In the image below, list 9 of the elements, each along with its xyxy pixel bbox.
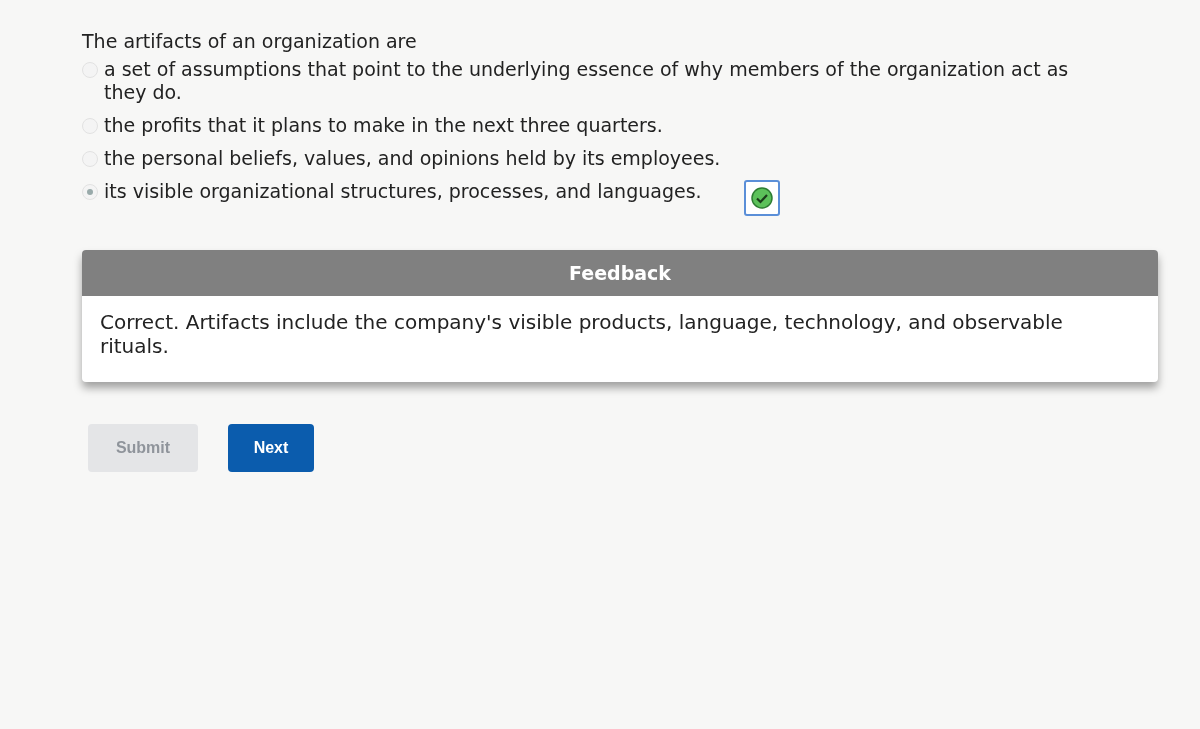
feedback-header: Feedback xyxy=(82,250,1158,296)
option-text: a set of assumptions that point to the underlying essence of why members of the organization act as they do. xyxy=(104,58,1070,104)
next-button[interactable]: Next xyxy=(228,424,314,472)
question-text: The artifacts of an organization are xyxy=(82,30,418,52)
radio-button[interactable] xyxy=(82,184,98,200)
option-text: the personal beliefs, values, and opinions held by its employees. xyxy=(104,147,721,170)
feedback-text: Correct. Artifacts include the company's visible products, language, technology, and observable rituals. xyxy=(99,309,1064,360)
option-text: its visible organizational structures, processes, and languages. xyxy=(104,180,702,203)
option-text: the profits that it plans to make in the next three quarters. xyxy=(104,114,663,137)
